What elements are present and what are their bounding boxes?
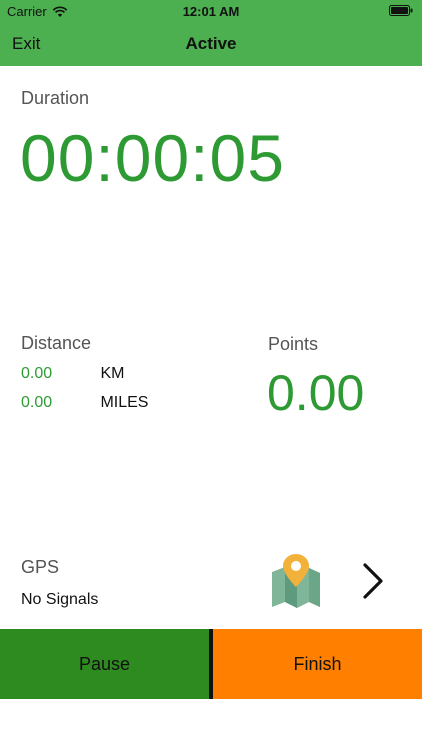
action-bar: Pause Finish	[0, 629, 422, 699]
duration-value: 00:00:05	[20, 121, 285, 195]
status-bar: Carrier 12:01 AM	[0, 0, 422, 22]
points-label: Points	[268, 334, 319, 354]
distance-miles-unit: MILES	[100, 394, 149, 411]
page-title: Active	[185, 34, 237, 53]
distance-km-value: 0.00	[21, 365, 53, 382]
distance-miles-row: 0.00 MILES	[21, 394, 221, 412]
finish-button[interactable]: Finish	[213, 629, 422, 699]
points-value: 0.00	[267, 365, 365, 421]
distance-miles-value: 0.00	[21, 394, 53, 411]
gps-label: GPS	[21, 557, 60, 577]
nav-bar: Exit Active	[0, 22, 422, 66]
battery-icon	[389, 5, 413, 16]
distance-label: Distance	[21, 333, 92, 353]
status-time: 12:01 AM	[182, 4, 240, 19]
chevron-right-icon[interactable]	[360, 562, 386, 600]
pause-button[interactable]: Pause	[0, 629, 209, 699]
map-pin-icon[interactable]	[270, 552, 322, 610]
gps-status: No Signals	[21, 591, 99, 608]
duration-label: Duration	[21, 88, 90, 108]
distance-km-unit: KM	[100, 365, 125, 382]
distance-km-row: 0.00 KM	[21, 365, 221, 383]
header: Carrier 12:01 AM Exit Active	[0, 0, 422, 66]
